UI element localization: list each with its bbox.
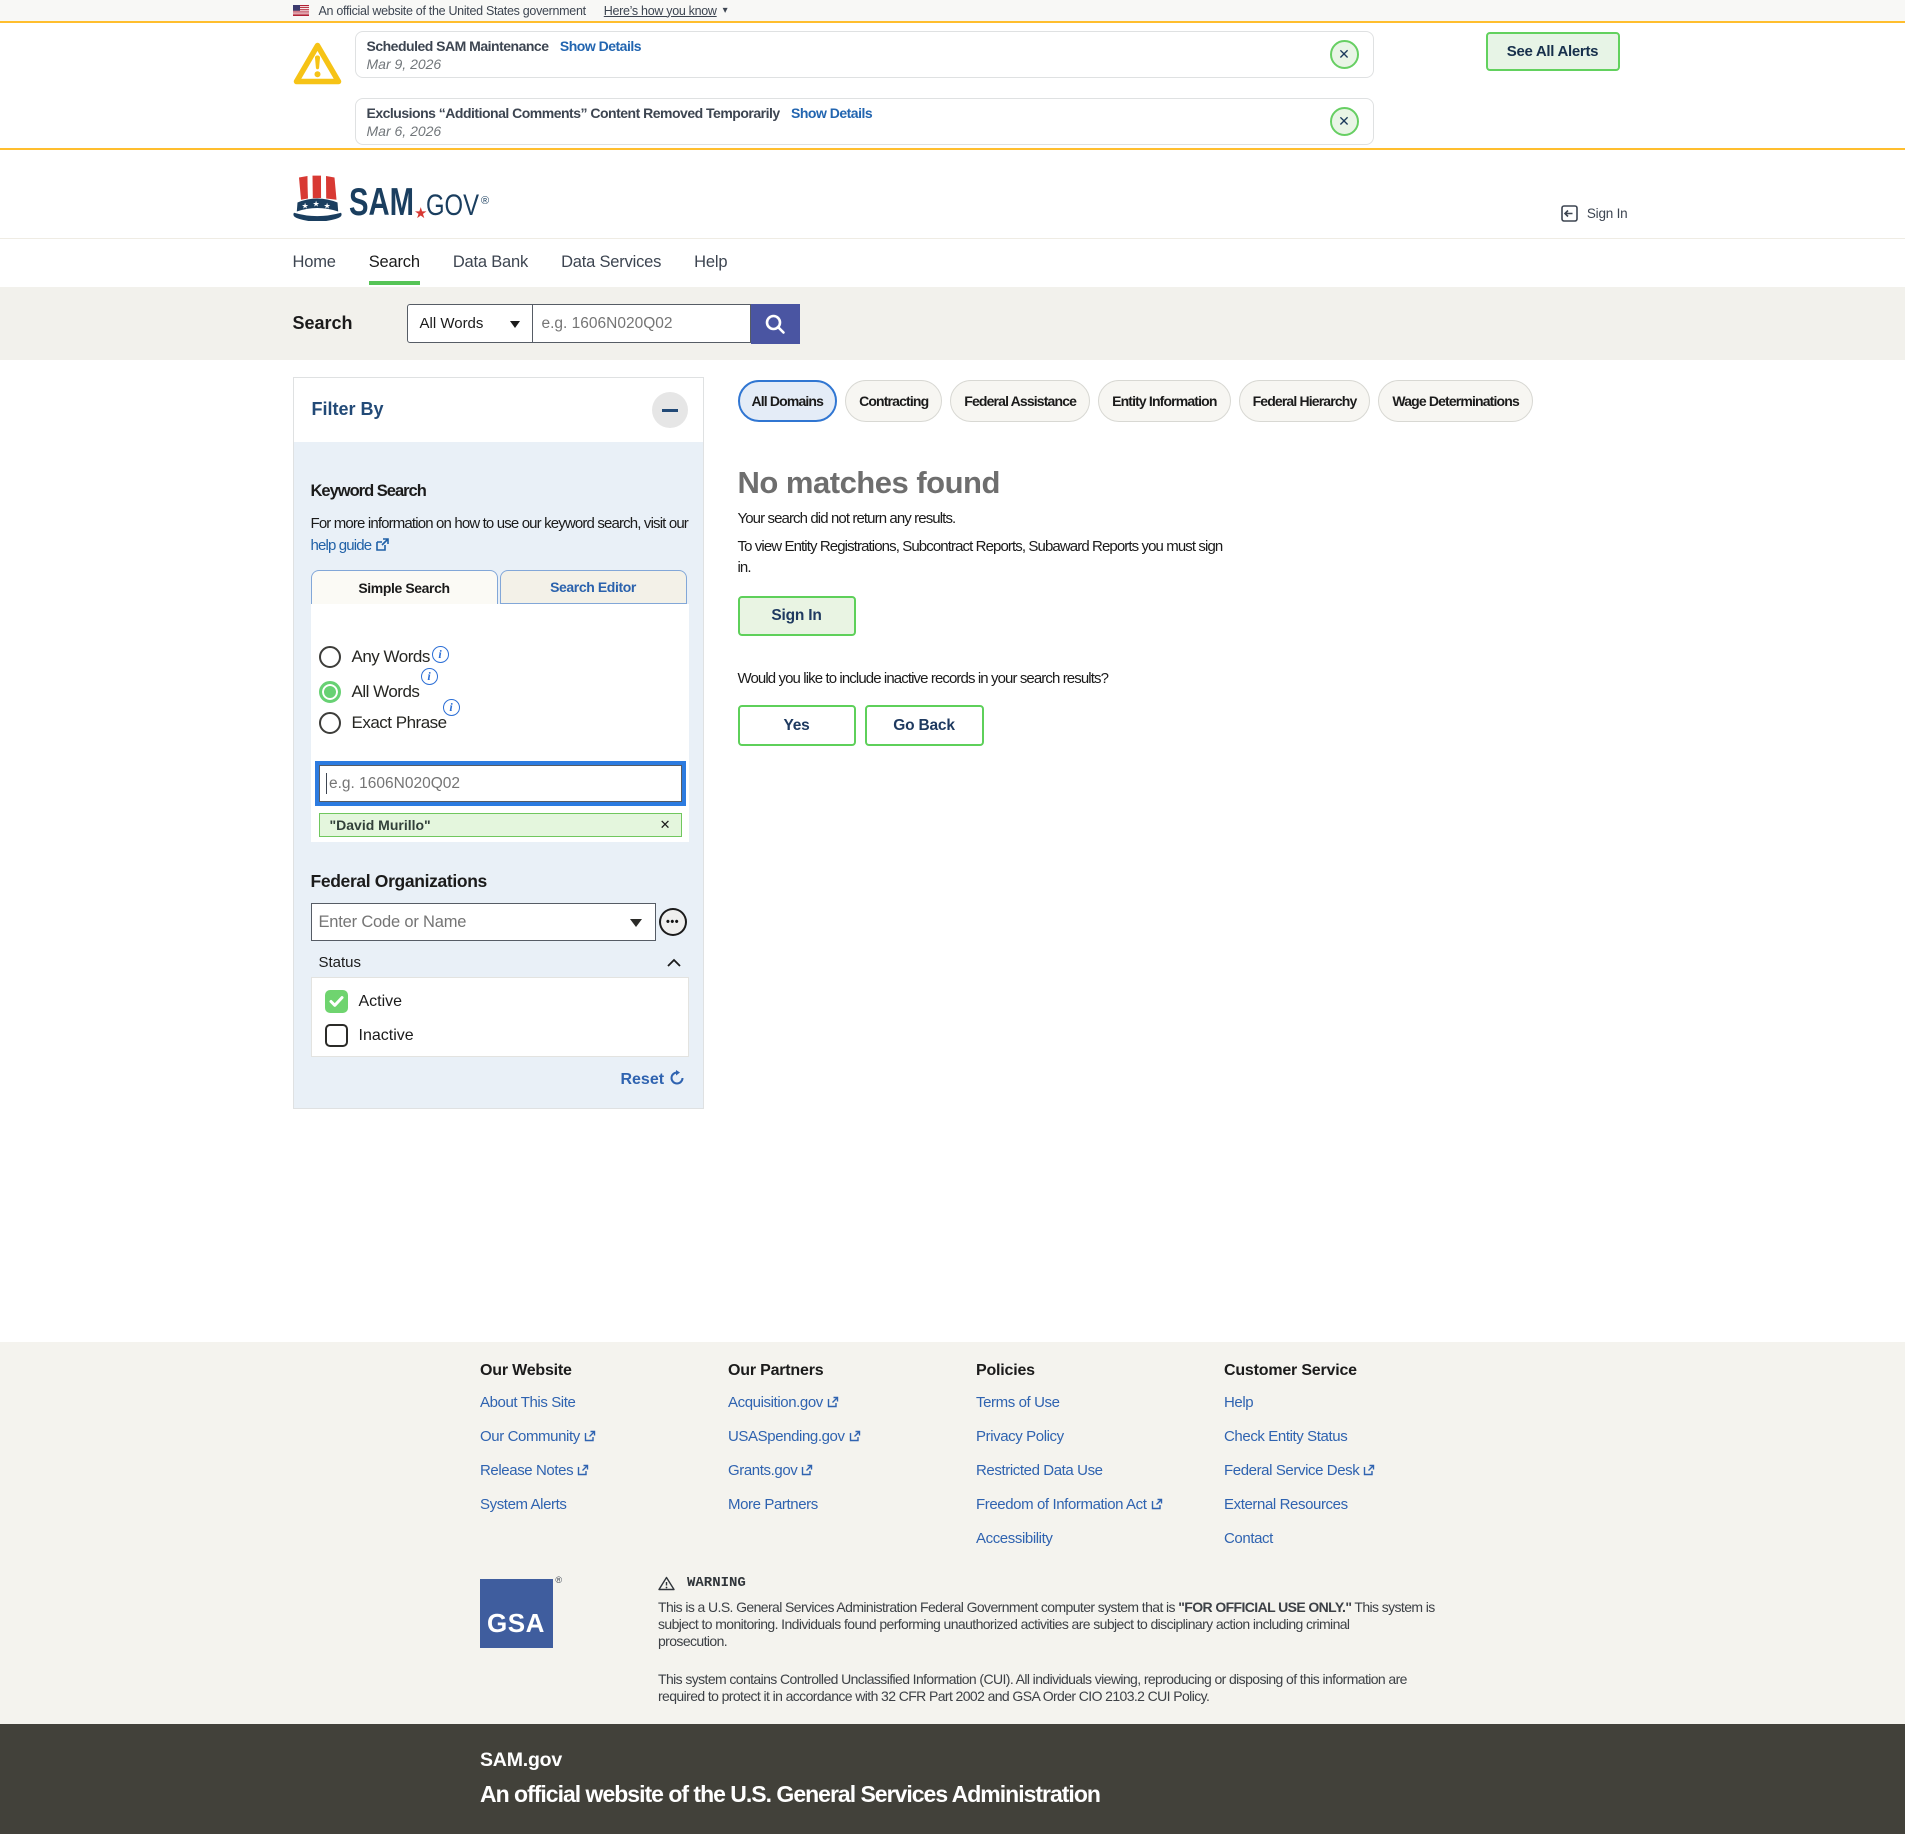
svg-text:★: ★	[301, 202, 308, 211]
svg-text:★: ★	[312, 200, 319, 209]
svg-text:®: ®	[481, 195, 489, 207]
svg-text:★: ★	[323, 202, 330, 211]
svg-text:GOV: GOV	[426, 189, 479, 221]
svg-text:SAM: SAM	[349, 181, 414, 221]
